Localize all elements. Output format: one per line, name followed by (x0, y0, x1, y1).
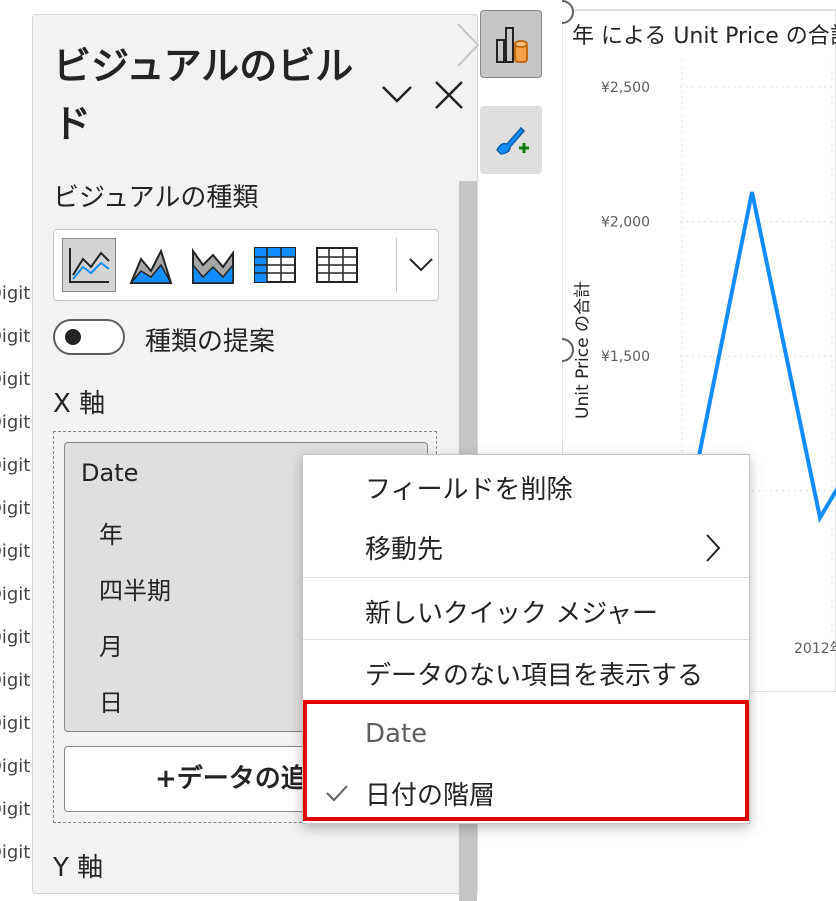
stacked-area-chart-icon (192, 247, 234, 284)
area-chart-icon (129, 248, 173, 284)
suggest-type-toggle[interactable] (53, 319, 125, 355)
build-visual-icon (496, 27, 528, 63)
line-chart-type-button[interactable] (62, 238, 116, 292)
menu-item-show-items-no-data[interactable]: データのない項目を表示する (365, 655, 703, 692)
build-visual-button[interactable] (480, 10, 542, 78)
menu-divider (303, 639, 749, 640)
area-chart-type-button[interactable] (124, 238, 178, 292)
date-field-name: Date (81, 459, 139, 487)
y-axis-label: Y 軸 (53, 853, 104, 883)
visual-type-gallery (53, 229, 439, 301)
close-pane-button[interactable] (431, 77, 467, 113)
date-level-item[interactable]: 年 (99, 515, 123, 550)
menu-item-move-to[interactable]: 移動先 (365, 529, 443, 566)
chevron-down-icon (409, 258, 433, 272)
chevron-down-icon (382, 86, 412, 103)
y-axis-title: Unit Price の合計 (573, 281, 593, 419)
menu-item-remove-field[interactable]: フィールドを削除 (365, 469, 572, 506)
date-level-item[interactable]: 四半期 (99, 571, 171, 606)
visual-type-label: ビジュアルの種類 (53, 183, 259, 213)
y-tick-label: ¥2,000 (601, 215, 650, 231)
suggest-type-label: 種類の提案 (145, 327, 276, 357)
expand-gallery-button[interactable] (406, 244, 436, 284)
y-tick-label: ¥1,500 (601, 349, 650, 365)
menu-divider (303, 577, 749, 578)
format-visual-button[interactable] (480, 106, 542, 174)
collapse-pane-button[interactable] (379, 77, 415, 113)
chart-title: 年 による Unit Price の合計 (572, 24, 836, 49)
gallery-divider (396, 238, 397, 292)
matrix-type-button[interactable] (248, 238, 302, 292)
table-icon (316, 247, 358, 283)
toggle-knob (65, 329, 81, 345)
table-type-button[interactable] (310, 238, 364, 292)
line-chart-icon (69, 248, 110, 283)
date-level-item[interactable]: 月 (99, 627, 123, 662)
paintbrush-icon (496, 126, 529, 155)
x-tick-label: 2012年 (794, 641, 836, 657)
pane-pointer-icon (457, 23, 480, 67)
highlight-box (303, 700, 749, 821)
menu-item-new-quick-measure[interactable]: 新しいクイック メジャー (365, 593, 658, 630)
pane-title: ビジュアルのビルド (53, 44, 354, 146)
date-level-item[interactable]: 日 (99, 683, 123, 718)
x-axis-label: X 軸 (53, 389, 106, 419)
y-tick-label: ¥2,500 (601, 80, 650, 96)
close-icon (435, 81, 463, 109)
stacked-area-chart-type-button[interactable] (186, 238, 240, 292)
chevron-right-icon (706, 534, 721, 562)
matrix-icon (254, 247, 296, 283)
